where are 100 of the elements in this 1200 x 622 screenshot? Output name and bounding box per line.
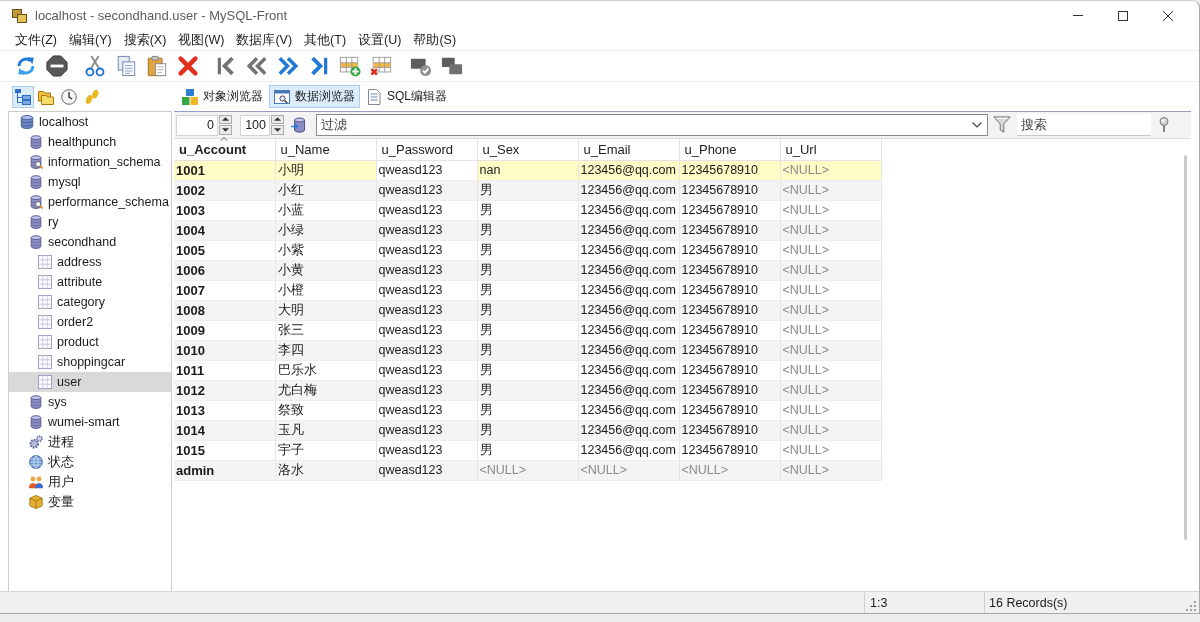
table-cell: 123456@qq.com	[578, 320, 679, 340]
spin-up-button[interactable]	[219, 114, 232, 124]
tree-item[interactable]: product	[9, 332, 171, 352]
tree-item[interactable]: sys	[9, 392, 171, 412]
column-header[interactable]: u_Sex	[477, 139, 578, 160]
database-icon	[29, 395, 43, 409]
table-row[interactable]: 1011 巴乐水 qweasd123 男 123456@qq.com 12345678910 <NULL>	[174, 360, 881, 380]
tree-item[interactable]: category	[9, 292, 171, 312]
minimize-icon	[1072, 15, 1083, 16]
database-icon	[29, 135, 43, 149]
delete-icon[interactable]	[177, 55, 199, 77]
table-cell: 男	[477, 200, 578, 220]
table-row[interactable]: 1004 小绿 qweasd123 男 123456@qq.com 12345678910 <NULL>	[174, 220, 881, 240]
double-chevron-right-icon[interactable]	[277, 55, 299, 77]
table-row[interactable]: 1008 大明 qweasd123 男 123456@qq.com 12345678910 <NULL>	[174, 300, 881, 320]
table-icon	[38, 295, 52, 309]
tree-item[interactable]: healthpunch	[9, 132, 171, 152]
table-cell: qweasd123	[376, 380, 477, 400]
tree-item[interactable]: ry	[9, 212, 171, 232]
limit-field[interactable]: 100	[240, 114, 270, 136]
menu-item[interactable]: 帮助(S)	[407, 31, 463, 49]
tree-item[interactable]: 状态	[9, 452, 171, 472]
tree-item[interactable]: shoppingcar	[9, 352, 171, 372]
column-header[interactable]: u_Url	[780, 139, 881, 160]
table-icon	[38, 315, 52, 329]
menu-item[interactable]: 编辑(Y)	[62, 31, 118, 49]
table-cell: <NULL>	[780, 260, 881, 280]
table-row[interactable]: admin 洛水 qweasd123 <NULL> <NULL> <NULL> <NULL>	[174, 460, 881, 480]
table-cell: 1013	[174, 400, 275, 420]
tree-item[interactable]: localhost	[9, 112, 171, 132]
table-cell: 12345678910	[679, 240, 780, 260]
funnel-icon[interactable]	[993, 116, 1011, 134]
resize-grip-icon[interactable]	[1186, 601, 1196, 611]
tree-item[interactable]: address	[9, 252, 171, 272]
spin-down-button[interactable]	[219, 125, 232, 135]
table-row[interactable]: 1005 小紫 qweasd123 男 123456@qq.com 12345678910 <NULL>	[174, 240, 881, 260]
table-cell: <NULL>	[780, 420, 881, 440]
table-row[interactable]: 1006 小黄 qweasd123 男 123456@qq.com 12345678910 <NULL>	[174, 260, 881, 280]
column-header[interactable]: u_Password	[376, 139, 477, 160]
refresh-icon[interactable]	[15, 55, 37, 77]
table-cell: admin	[174, 460, 275, 480]
tree-item[interactable]: performance_schema	[9, 192, 171, 212]
scrollbar-thumb[interactable]	[1183, 155, 1187, 540]
spin-down-button[interactable]	[271, 125, 284, 135]
table-row[interactable]: 1001 小明 qweasd123 nan 123456@qq.com 12345678910 <NULL>	[174, 160, 881, 180]
database-arrow-icon[interactable]	[291, 117, 307, 133]
tree-item[interactable]: 进程	[9, 432, 171, 452]
table-cell: 1012	[174, 380, 275, 400]
menu-item[interactable]: 视图(W)	[172, 31, 231, 49]
table-row[interactable]: 1014 玉凡 qweasd123 男 123456@qq.com 12345678910 <NULL>	[174, 420, 881, 440]
clipboard-icon[interactable]	[146, 55, 168, 77]
menu-item[interactable]: 文件(Z)	[9, 31, 63, 49]
tree-item[interactable]: 用户	[9, 472, 171, 492]
chevron-down-icon[interactable]	[972, 122, 982, 128]
tree-item[interactable]: order2	[9, 312, 171, 332]
tree-item[interactable]: user	[9, 372, 171, 392]
menu-item[interactable]: 数据库(V)	[230, 31, 299, 49]
menu-item[interactable]: 设置(U)	[352, 31, 408, 49]
tree-button[interactable]	[12, 85, 34, 108]
tab[interactable]: SQL编辑器	[361, 85, 452, 108]
tree-item[interactable]: secondhand	[9, 232, 171, 252]
table-cell: 123456@qq.com	[578, 240, 679, 260]
table-row[interactable]: 1009 张三 qweasd123 男 123456@qq.com 12345678910 <NULL>	[174, 320, 881, 340]
grid-cross-icon[interactable]	[370, 55, 392, 77]
offset-field[interactable]: 0	[176, 114, 218, 136]
tree-item[interactable]: mysql	[9, 172, 171, 192]
copy-icon[interactable]	[115, 55, 137, 77]
table-cell: 男	[477, 220, 578, 240]
spin-up-button[interactable]	[271, 114, 284, 124]
column-header[interactable]: u_Phone	[679, 139, 780, 160]
table-cell: 123456@qq.com	[578, 360, 679, 380]
skip-forward-icon[interactable]	[308, 55, 330, 77]
column-header[interactable]: u_Email	[578, 139, 679, 160]
table-cell: 男	[477, 420, 578, 440]
menu-item[interactable]: 其他(T)	[298, 31, 353, 49]
tab[interactable]: 数据浏览器	[269, 85, 360, 108]
column-header[interactable]: u_Account	[174, 139, 275, 160]
table-cell: 李四	[275, 340, 376, 360]
scissors-icon[interactable]	[84, 55, 106, 77]
table-row[interactable]: 1015 宇子 qweasd123 男 123456@qq.com 12345678910 <NULL>	[174, 440, 881, 460]
column-header[interactable]: u_Name	[275, 139, 376, 160]
database-icon	[29, 175, 43, 189]
pin-icon[interactable]	[1159, 117, 1169, 133]
grid-plus-icon[interactable]	[339, 55, 361, 77]
tree-item[interactable]: attribute	[9, 272, 171, 292]
tree-item[interactable]: information_schema	[9, 152, 171, 172]
table-cell: 大明	[275, 300, 376, 320]
table-row[interactable]: 1007 小橙 qweasd123 男 123456@qq.com 12345678910 <NULL>	[174, 280, 881, 300]
table-cell: <NULL>	[679, 460, 780, 480]
table-row[interactable]: 1003 小蓝 qweasd123 男 123456@qq.com 12345678910 <NULL>	[174, 200, 881, 220]
menu-item[interactable]: 搜索(X)	[117, 31, 173, 49]
search-field[interactable]: 搜索	[1017, 114, 1151, 136]
table-cell: <NULL>	[477, 460, 578, 480]
table-row[interactable]: 1002 小红 qweasd123 男 123456@qq.com 12345678910 <NULL>	[174, 180, 881, 200]
table-row[interactable]: 1010 李四 qweasd123 男 123456@qq.com 12345678910 <NULL>	[174, 340, 881, 360]
table-row[interactable]: 1013 祭致 qweasd123 男 123456@qq.com 12345678910 <NULL>	[174, 400, 881, 420]
tree-item[interactable]: 变量	[9, 492, 171, 512]
tree-item[interactable]: wumei-smart	[9, 412, 171, 432]
tab[interactable]: 对象浏览器	[177, 85, 268, 108]
table-row[interactable]: 1012 尤白梅 qweasd123 男 123456@qq.com 12345678910 <NULL>	[174, 380, 881, 400]
